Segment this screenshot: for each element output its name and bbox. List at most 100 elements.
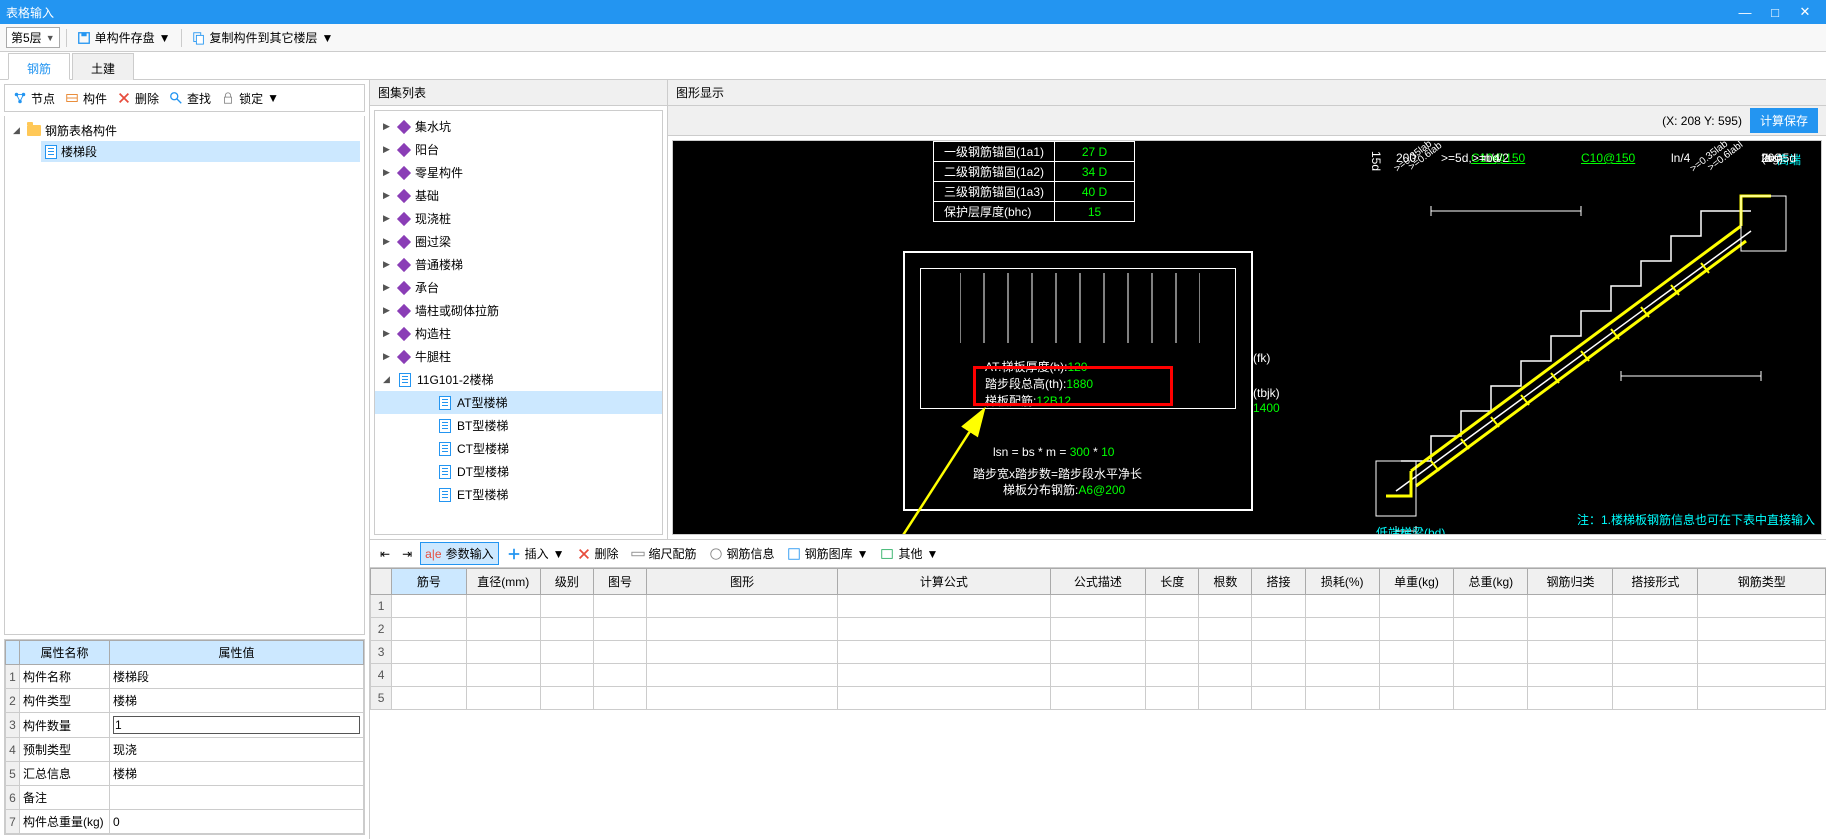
grid-cell[interactable] xyxy=(1613,664,1698,687)
grid-cell[interactable] xyxy=(1305,687,1379,710)
grid-cell[interactable] xyxy=(1199,641,1252,664)
grid-col-header[interactable]: 级别 xyxy=(540,569,593,595)
prop-value[interactable]: 楼梯 xyxy=(110,762,364,786)
grid-cell[interactable] xyxy=(1146,687,1199,710)
catalog-item[interactable]: AT型楼梯 xyxy=(375,391,662,414)
grid-cell[interactable] xyxy=(838,687,1050,710)
nav-first-button[interactable]: ⇤ xyxy=(376,545,394,563)
insert-button[interactable]: 插入▼ xyxy=(503,543,569,564)
floor-select[interactable]: 第5层 ▼ xyxy=(6,27,60,48)
grid-cell[interactable] xyxy=(1050,618,1146,641)
grid-cell[interactable] xyxy=(540,595,593,618)
grid-cell[interactable] xyxy=(1379,595,1453,618)
grid-cell[interactable] xyxy=(1050,595,1146,618)
copy-to-floors-button[interactable]: 复制构件到其它楼层 ▼ xyxy=(188,27,338,48)
catalog-item[interactable]: DT型楼梯 xyxy=(375,460,662,483)
expander-icon[interactable]: ▶ xyxy=(383,328,393,339)
expander-icon[interactable]: ▶ xyxy=(383,259,393,270)
tree-child-stair[interactable]: 楼梯段 xyxy=(41,141,360,162)
grid-cell[interactable] xyxy=(1528,618,1613,641)
catalog-item[interactable]: BT型楼梯 xyxy=(375,414,662,437)
grid-col-header[interactable]: 单重(kg) xyxy=(1379,569,1453,595)
grid-cell[interactable] xyxy=(1379,618,1453,641)
grid-cell[interactable] xyxy=(1698,618,1826,641)
tree-root[interactable]: ◢ 钢筋表格构件 xyxy=(9,120,360,141)
grid-cell[interactable] xyxy=(647,595,838,618)
grid-col-header[interactable]: 总重(kg) xyxy=(1454,569,1528,595)
grid-cell[interactable] xyxy=(392,618,466,641)
catalog-tree[interactable]: ▶集水坑▶阳台▶零星构件▶基础▶现浇桩▶圈过梁▶普通楼梯▶承台▶墙柱或砌体拉筋▶… xyxy=(374,110,663,535)
grid-cell[interactable] xyxy=(1199,687,1252,710)
grid-cell[interactable] xyxy=(1698,641,1826,664)
expander-icon[interactable]: ▶ xyxy=(383,213,393,224)
grid-col-header[interactable]: 根数 xyxy=(1199,569,1252,595)
prop-value-input[interactable] xyxy=(113,716,360,734)
find-button[interactable]: 查找 xyxy=(165,88,215,109)
grid-cell[interactable] xyxy=(1454,687,1528,710)
grid-cell[interactable] xyxy=(593,618,646,641)
scale-rebar-button[interactable]: 缩尺配筋 xyxy=(627,543,701,564)
node-button[interactable]: 节点 xyxy=(9,88,59,109)
grid-cell[interactable] xyxy=(1199,618,1252,641)
grid-cell[interactable] xyxy=(1305,664,1379,687)
grid-col-header[interactable]: 搭接 xyxy=(1252,569,1305,595)
grid-cell[interactable] xyxy=(1698,687,1826,710)
catalog-item[interactable]: ▶零星构件 xyxy=(375,161,662,184)
grid-col-header[interactable]: 图号 xyxy=(593,569,646,595)
expander-icon[interactable]: ▶ xyxy=(383,282,393,293)
grid-col-header[interactable]: 图形 xyxy=(647,569,838,595)
expander-icon[interactable]: ▶ xyxy=(383,190,393,201)
grid-col-header[interactable]: 长度 xyxy=(1146,569,1199,595)
save-single-button[interactable]: 单构件存盘 ▼ xyxy=(73,27,175,48)
grid-col-header[interactable]: 筋号 xyxy=(392,569,466,595)
grid-cell[interactable] xyxy=(838,595,1050,618)
grid-cell[interactable] xyxy=(1528,687,1613,710)
catalog-item[interactable]: ▶墙柱或砌体拉筋 xyxy=(375,299,662,322)
catalog-item[interactable]: ▶普通楼梯 xyxy=(375,253,662,276)
grid-cell[interactable] xyxy=(540,664,593,687)
grid-cell[interactable] xyxy=(1050,641,1146,664)
grid-cell[interactable] xyxy=(1305,618,1379,641)
tab-rebar[interactable]: 钢筋 xyxy=(8,53,70,80)
grid-col-header[interactable]: 公式描述 xyxy=(1050,569,1146,595)
grid-cell[interactable] xyxy=(1146,618,1199,641)
expander-icon[interactable]: ▶ xyxy=(383,167,393,178)
tab-civil[interactable]: 土建 xyxy=(72,53,134,80)
grid-cell[interactable] xyxy=(1528,641,1613,664)
grid-cell[interactable] xyxy=(1199,664,1252,687)
grid-cell[interactable] xyxy=(1454,595,1528,618)
rebar-lib-button[interactable]: 钢筋图库▼ xyxy=(783,543,873,564)
grid-cell[interactable] xyxy=(392,595,466,618)
catalog-item[interactable]: ET型楼梯 xyxy=(375,483,662,506)
grid-cell[interactable] xyxy=(392,687,466,710)
rebar-info-button[interactable]: 钢筋信息 xyxy=(705,543,779,564)
grid-cell[interactable] xyxy=(1379,641,1453,664)
prop-value[interactable]: 楼梯 xyxy=(110,689,364,713)
expander-icon[interactable]: ▶ xyxy=(383,305,393,316)
grid-cell[interactable] xyxy=(838,664,1050,687)
catalog-item[interactable]: ▶阳台 xyxy=(375,138,662,161)
grid-cell[interactable] xyxy=(647,664,838,687)
grid-cell[interactable] xyxy=(540,618,593,641)
grid-cell[interactable] xyxy=(1146,664,1199,687)
catalog-item[interactable]: ▶承台 xyxy=(375,276,662,299)
delete-button[interactable]: 删除 xyxy=(113,88,163,109)
nav-last-button[interactable]: ⇥ xyxy=(398,545,416,563)
grid-cell[interactable] xyxy=(647,641,838,664)
catalog-item[interactable]: ▶基础 xyxy=(375,184,662,207)
grid-cell[interactable] xyxy=(466,664,540,687)
prop-value[interactable]: 0 xyxy=(110,810,364,834)
grid-cell[interactable] xyxy=(593,687,646,710)
grid-cell[interactable] xyxy=(1252,618,1305,641)
prop-value[interactable]: 楼梯段 xyxy=(110,665,364,689)
grid-cell[interactable] xyxy=(838,618,1050,641)
grid-cell[interactable] xyxy=(647,618,838,641)
grid-col-header[interactable]: 直径(mm) xyxy=(466,569,540,595)
grid-cell[interactable] xyxy=(1146,641,1199,664)
expander-icon[interactable]: ◢ xyxy=(13,125,23,136)
grid-cell[interactable] xyxy=(1146,595,1199,618)
grid-cell[interactable] xyxy=(466,687,540,710)
grid-cell[interactable] xyxy=(838,641,1050,664)
expander-icon[interactable]: ▶ xyxy=(383,144,393,155)
compute-save-button[interactable]: 计算保存 xyxy=(1750,108,1818,133)
